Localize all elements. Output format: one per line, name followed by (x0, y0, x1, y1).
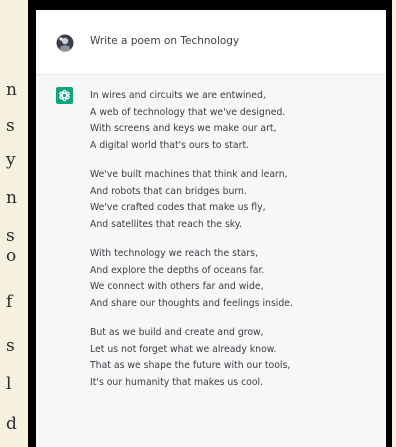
page-edge-char: f (6, 292, 13, 312)
assistant-message-row: In wires and circuits we are entwined, A… (36, 75, 386, 447)
poem-line: It's our humanity that makes us cool. (90, 376, 264, 388)
assistant-poem: In wires and circuits we are entwined, A… (90, 88, 378, 404)
poem-line: And explore the depths of oceans far. (90, 264, 265, 276)
page-edge-char: s (6, 226, 15, 246)
poem-line: That as we shape the future with our too… (90, 360, 291, 371)
poem-line: We connect with others far and wide, (90, 281, 264, 292)
poem-line: A web of technology that we've designed. (90, 106, 286, 118)
page-edge-char: n (6, 80, 17, 100)
page-edge-char: y (6, 150, 16, 170)
poem-stanza: We've built machines that think and lear… (90, 167, 378, 233)
poem-line: We've crafted codes that make us fly, (90, 202, 266, 213)
poem-line: And share our thoughts and feelings insi… (90, 297, 293, 309)
page-edge-char: l (6, 374, 12, 394)
poem-line: We've built machines that think and lear… (90, 169, 288, 180)
poem-stanza: In wires and circuits we are entwined, A… (90, 88, 378, 154)
poem-line: And satellites that reach the sky. (90, 218, 242, 230)
poem-stanza: But as we build and create and grow, Let… (90, 325, 378, 391)
poem-line: In wires and circuits we are entwined, (90, 90, 266, 101)
poem-line: A digital world that's ours to start. (90, 139, 250, 151)
poem-line: With screens and keys we make our art, (90, 123, 277, 134)
page-background-text: n s y n s o f s l d (0, 0, 28, 447)
poem-stanza: With technology we reach the stars, And … (90, 246, 378, 312)
poem-line: But as we build and create and grow, (90, 327, 264, 338)
poem-line: With technology we reach the stars, (90, 248, 258, 259)
page-edge-char: s (6, 336, 15, 356)
chat-conversation: Write a poem on Technology In wires and … (36, 10, 386, 447)
user-avatar-icon (56, 34, 74, 52)
poem-line: And robots that can bridges burn. (90, 185, 247, 197)
poem-line: Let us not forget what we already know. (90, 343, 277, 355)
page-edge-char: s (6, 116, 15, 136)
user-message-text: Write a poem on Technology (90, 35, 240, 47)
page-edge-char: o (6, 246, 17, 266)
user-message-row: Write a poem on Technology (36, 10, 386, 75)
chatgpt-logo-icon (56, 87, 73, 104)
page-edge-char: n (6, 188, 17, 208)
page-edge-char: d (6, 414, 17, 434)
